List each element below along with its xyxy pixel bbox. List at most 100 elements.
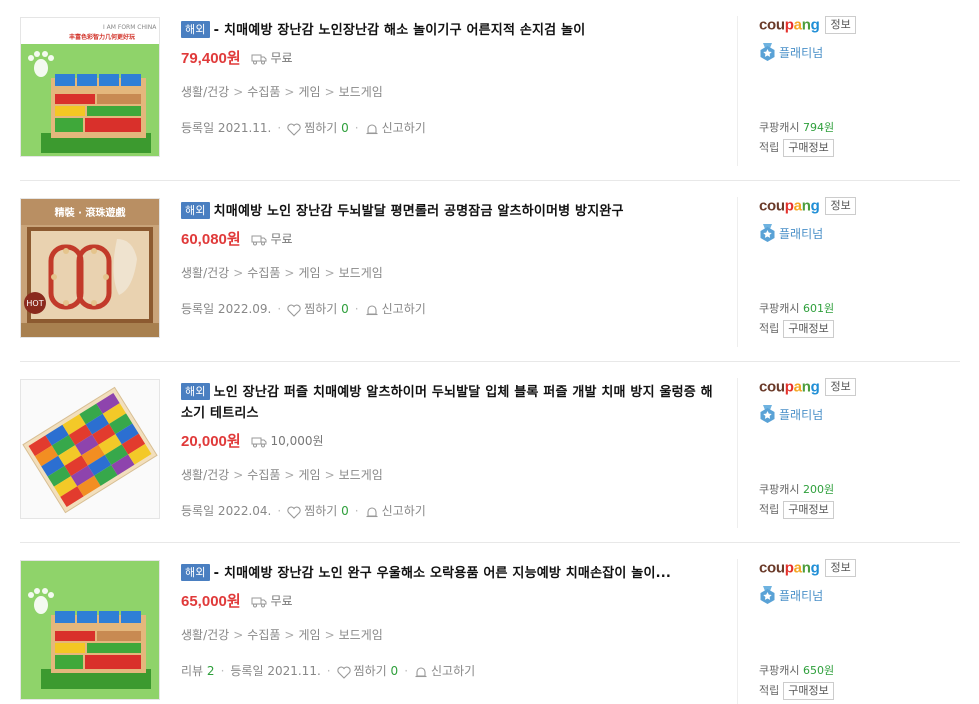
heart-icon [287,304,301,317]
bell-icon [366,305,378,316]
coupang-cash: 쿠팡캐시 200원 [759,483,835,496]
shipping-info: 무료 [251,229,293,249]
category-link[interactable]: 수집품 [247,468,280,482]
product-price: 20,000원 [181,433,241,450]
category-link[interactable]: 생활/건강 [181,628,229,642]
earn-row: 적립 구매정보 [759,139,834,157]
category-link[interactable]: 생활/건강 [181,85,229,99]
product-title-line: 해외 치매예방 노인 장난감 두뇌발달 평면롤러 공명잠금 알츠하이머병 방지완구 [181,201,721,222]
product-thumbnail[interactable]: 精裝 · 滾珠遊戲 HOT [20,198,160,338]
truck-icon [251,437,267,448]
shipping-fee: 무료 [270,594,293,608]
wish-button[interactable]: 찜하기 0 [287,504,349,519]
product-meta: 리뷰 2 · 등록일 2021.11. · 찜하기 0 · 신고하기 [181,664,476,679]
product-title[interactable]: - 치매예방 장난감 노인 완구 우울해소 오락용품 어른 지능예방 치매손잡이… [214,566,671,581]
seller-grade: 플래티넘 [759,586,823,605]
coupang-logo[interactable]: coupang [759,198,820,215]
seller-info-button[interactable]: 정보 [825,559,856,577]
product-info: 해외 - 치매예방 장난감 노인장난감 해소 놀이기구 어른지적 손지검 놀이 7… [181,20,721,137]
category-link[interactable]: 생활/건강 [181,266,229,280]
svg-text:HOT: HOT [26,299,43,308]
product-title-line: 해외 - 치매예방 장난감 노인 완구 우울해소 오락용품 어른 지능예방 치매손… [181,563,721,584]
category-link[interactable]: 수집품 [247,85,280,99]
earn-row: 적립 구매정보 [759,682,834,700]
report-button[interactable]: 신고하기 [365,302,426,316]
shipping-fee: 무료 [270,51,293,65]
category-link[interactable]: 생활/건강 [181,468,229,482]
category-link[interactable]: 수집품 [247,266,280,280]
category-link[interactable]: 게임 [298,266,320,280]
seller-info-button[interactable]: 정보 [825,197,856,215]
earn-row: 적립 구매정보 [759,501,834,519]
coupang-logo[interactable]: coupang [759,560,820,577]
product-item: I AM FORM CHINA 丰富色彩智力几何更好玩 해외 - 치매예방 장난감… [0,0,960,181]
seller-logo-row: coupang 정보 [759,197,856,217]
coupang-logo[interactable]: coupang [759,17,820,34]
heart-icon [336,666,351,679]
coupang-logo[interactable]: coupang [759,379,820,396]
category-link[interactable]: 보드게임 [339,266,383,280]
bell-icon [366,507,378,518]
category-link[interactable]: 게임 [298,468,320,482]
seller-panel: coupang 정보 플래티넘 쿠팡캐시 650원 적립 구매정보 [737,559,947,704]
wish-count: 0 [341,121,349,135]
seller-logo-row: coupang 정보 [759,378,856,398]
shipping-fee: 10,000원 [270,434,324,448]
medal-icon [760,224,775,242]
product-title-line: 해외 노인 장난감 퍼즐 치매예방 알츠하이머 두뇌발달 입체 블록 퍼즐 개발 … [181,382,721,424]
bell-icon [415,667,427,678]
medal-icon [760,405,775,423]
cash-value: 794원 [802,121,835,134]
product-title[interactable]: 노인 장난감 퍼즐 치매예방 알츠하이머 두뇌발달 입체 블록 퍼즐 개발 치매… [181,385,713,421]
product-title[interactable]: 치매예방 노인 장난감 두뇌발달 평면롤러 공명잠금 알츠하이머병 방지완구 [214,204,624,219]
purchase-info-button[interactable]: 구매정보 [783,320,834,338]
category-breadcrumb: 생활/건강 > 수집품 > 게임 > 보드게임 [181,85,383,99]
wish-count: 0 [390,664,399,678]
category-breadcrumb: 생활/건강 > 수집품 > 게임 > 보드게임 [181,266,383,280]
price-row: 65,000원 무료 [181,591,721,611]
category-link[interactable]: 보드게임 [339,85,383,99]
registered-date: 등록일 2021.11. [181,121,272,135]
product-info: 해외 - 치매예방 장난감 노인 완구 우울해소 오락용품 어른 지능예방 치매손… [181,563,721,680]
wish-button[interactable]: 찜하기 0 [287,121,349,136]
seller-info-button[interactable]: 정보 [825,16,856,34]
purchase-info-button[interactable]: 구매정보 [783,139,834,157]
seller-grade: 플래티넘 [759,43,823,62]
seller-info-button[interactable]: 정보 [825,378,856,396]
product-thumbnail[interactable] [20,560,160,700]
bell-icon [366,124,378,135]
review-link[interactable]: 리뷰 2 [181,664,215,678]
medal-icon [760,586,775,604]
product-price: 79,400원 [181,50,241,67]
overseas-badge: 해외 [181,383,210,400]
product-image: 精裝 · 滾珠遊戲 HOT [21,199,159,337]
purchase-info-button[interactable]: 구매정보 [783,682,834,700]
seller-panel: coupang 정보 플래티넘 쿠팡캐시 794원 적립 구매정보 [737,16,947,166]
report-button[interactable]: 신고하기 [414,664,475,678]
category-link[interactable]: 수집품 [247,628,280,642]
cash-value: 200원 [802,483,835,496]
product-thumbnail[interactable]: I AM FORM CHINA 丰富色彩智力几何更好玩 [20,17,160,157]
registered-date: 등록일 2021.11. [230,664,321,678]
report-button[interactable]: 신고하기 [365,121,426,135]
report-button[interactable]: 신고하기 [365,504,426,518]
shipping-info: 10,000원 [251,431,324,451]
product-price: 65,000원 [181,593,241,610]
category-link[interactable]: 게임 [298,628,320,642]
cash-value: 601원 [802,302,835,315]
wish-button[interactable]: 찜하기 0 [336,664,399,679]
shipping-info: 무료 [251,591,293,611]
product-title[interactable]: - 치매예방 장난감 노인장난감 해소 놀이기구 어른지적 손지검 놀이 [214,23,586,38]
wish-button[interactable]: 찜하기 0 [287,302,349,317]
product-price: 60,080원 [181,231,241,248]
product-thumbnail[interactable] [20,379,160,519]
product-image [21,561,159,699]
seller-logo-row: coupang 정보 [759,559,856,579]
category-link[interactable]: 보드게임 [339,628,383,642]
purchase-info-button[interactable]: 구매정보 [783,501,834,519]
category-link[interactable]: 보드게임 [339,468,383,482]
truck-icon [251,54,267,65]
category-link[interactable]: 게임 [298,85,320,99]
registered-date: 등록일 2022.09. [181,302,272,316]
seller-grade: 플래티넘 [759,405,823,424]
